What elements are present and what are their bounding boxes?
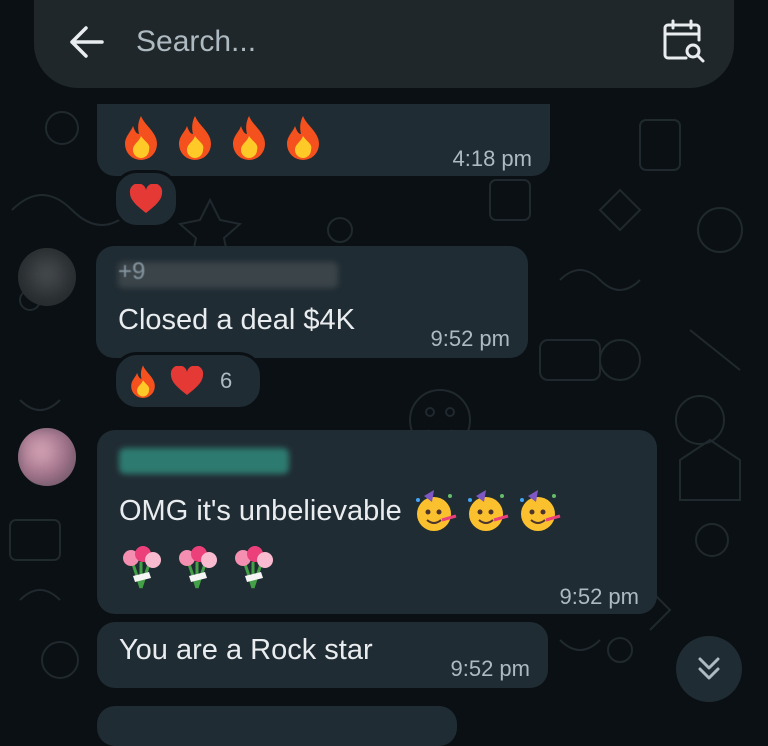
search-input[interactable] <box>136 20 616 64</box>
reaction-count: 6 <box>220 368 233 393</box>
heart-icon <box>170 366 204 395</box>
fire-icon <box>131 365 155 398</box>
avatar[interactable] <box>18 428 76 486</box>
fire-icon <box>179 116 211 160</box>
avatar[interactable] <box>18 248 76 306</box>
sender-phone-prefix: +9 <box>118 258 146 285</box>
message-bubble[interactable] <box>97 706 457 746</box>
reaction-pill[interactable]: 6 <box>113 352 263 410</box>
arrow-left-icon <box>70 26 104 58</box>
message-bubble[interactable]: OMG it's unbelievable 9:52 pm <box>97 430 657 614</box>
message-bubble[interactable]: +9 Closed a deal $4K 9:52 pm <box>96 246 528 358</box>
message-time: 4:18 pm <box>452 146 533 171</box>
bouquet-icon <box>235 546 273 589</box>
double-chevron-down-icon <box>698 657 720 680</box>
fire-emojis <box>121 114 323 160</box>
message-time: 9:52 pm <box>430 326 511 351</box>
message-time: 9:52 pm <box>559 584 640 609</box>
sender-name <box>119 448 289 474</box>
fire-icon <box>125 116 157 160</box>
bouquet-emojis <box>119 542 275 590</box>
message-bubble[interactable]: 4:18 pm <box>97 104 550 176</box>
bouquet-icon <box>123 546 161 589</box>
message-line: OMG it's unbelievable <box>119 488 562 534</box>
heart-icon <box>129 184 163 213</box>
calendar-search-icon <box>663 19 705 63</box>
back-button[interactable] <box>62 20 110 64</box>
message-time: 9:52 pm <box>450 656 531 681</box>
fire-icon <box>233 116 265 160</box>
partying-face-icon <box>519 490 561 531</box>
message-text: You are a Rock star <box>119 634 373 666</box>
search-toolbar <box>0 0 768 104</box>
fire-icon <box>287 116 319 160</box>
partying-face-icon <box>467 490 509 531</box>
message-bubble[interactable]: You are a Rock star 9:52 pm <box>97 622 548 688</box>
message-text: OMG it's unbelievable <box>119 494 402 527</box>
reaction-pill[interactable] <box>113 170 179 228</box>
message-text: Closed a deal $4K <box>118 304 355 336</box>
party-emojis <box>412 488 562 534</box>
sender-phone <box>118 262 338 288</box>
search-by-date-button[interactable] <box>656 14 712 70</box>
bouquet-icon <box>179 546 217 589</box>
partying-face-icon <box>415 490 457 531</box>
scroll-to-bottom-button[interactable] <box>676 636 742 702</box>
